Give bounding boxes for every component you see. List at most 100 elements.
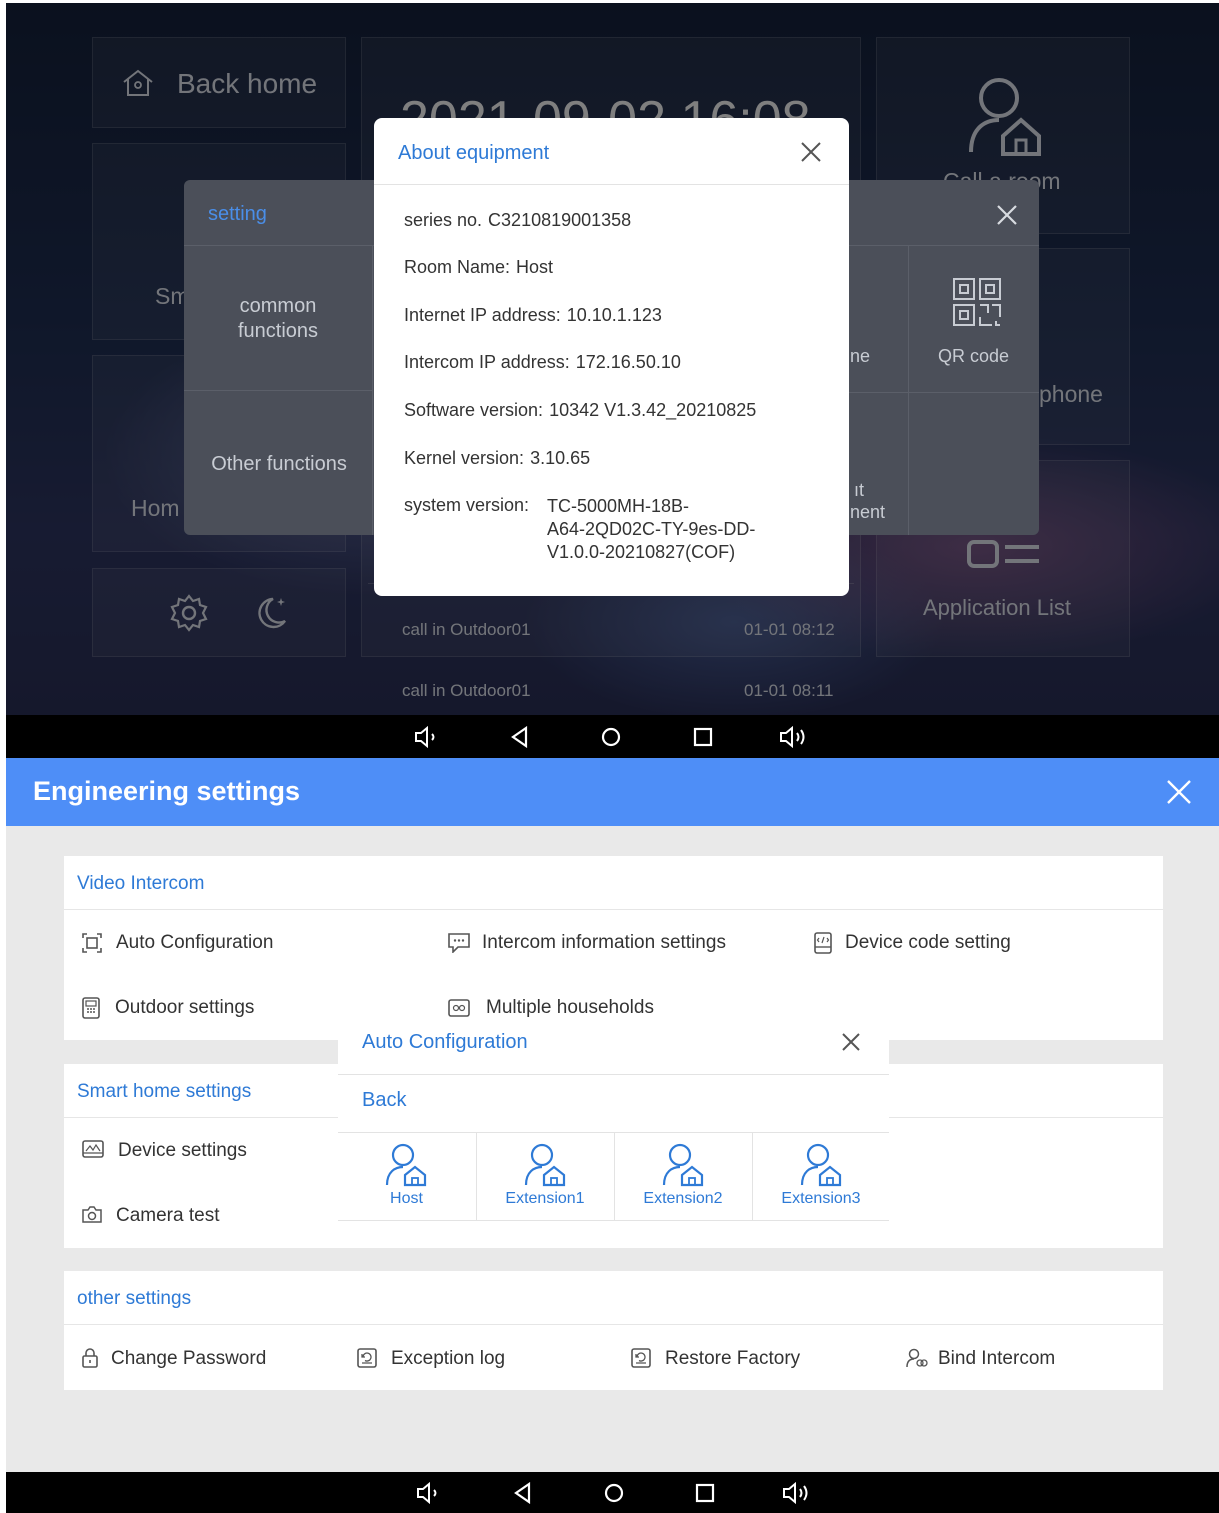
- intercom-information-settings-item[interactable]: Intercom information settings: [448, 932, 726, 954]
- exception-log-item[interactable]: Exception log: [357, 1348, 505, 1370]
- item-label: Change Password: [111, 1348, 267, 1369]
- item-label: Multiple households: [486, 997, 654, 1018]
- camera-icon: [82, 1206, 102, 1224]
- item-label: Outdoor settings: [115, 997, 255, 1018]
- back-icon[interactable]: [512, 1482, 534, 1504]
- info-row: system version:: [404, 495, 529, 516]
- camera-test-item[interactable]: Camera test: [82, 1205, 219, 1227]
- extension3-option[interactable]: Extension3: [752, 1133, 889, 1221]
- device-settings-icon: [82, 1140, 104, 1160]
- engineering-settings-screen: Engineering settings Video Intercom Auto…: [6, 758, 1219, 1513]
- qr-code-label: QR code: [937, 346, 1010, 366]
- navigation-bar: [6, 715, 1219, 758]
- divider: [64, 909, 1163, 910]
- screenshot-root: Back home 2021-09-02 16:08 call in Outdo…: [0, 0, 1219, 1513]
- option-label: Extension2: [643, 1190, 723, 1207]
- section-title: other settings: [77, 1288, 192, 1309]
- home-icon[interactable]: [600, 726, 622, 748]
- info-value: TC-5000MH-18B-: [547, 496, 690, 516]
- section-title: Video Intercom: [77, 873, 205, 894]
- device-code-icon: [814, 932, 832, 954]
- close-icon[interactable]: [1166, 779, 1192, 805]
- device-settings-item[interactable]: Device settings: [82, 1140, 247, 1162]
- restore-icon: [631, 1348, 651, 1368]
- other-item-label: ıt: [854, 480, 865, 500]
- lock-icon: [82, 1348, 98, 1368]
- other-settings-card: other settings Change Password Exception…: [64, 1271, 1163, 1390]
- info-label: Kernel version:: [404, 448, 525, 468]
- header-bar: Engineering settings: [6, 758, 1219, 826]
- close-icon[interactable]: [996, 204, 1018, 226]
- extension2-option[interactable]: Extension2: [614, 1133, 751, 1221]
- info-value: 10.10.1.123: [566, 305, 662, 325]
- home-screen: Back home 2021-09-02 16:08 call in Outdo…: [6, 3, 1219, 758]
- divider: [184, 390, 372, 391]
- user-home-icon: [798, 1143, 844, 1187]
- host-option[interactable]: Host: [338, 1133, 475, 1221]
- divider: [908, 245, 909, 535]
- info-row: series no. C3210819001358: [404, 210, 631, 231]
- volume-down-icon[interactable]: [414, 726, 440, 748]
- divider: [372, 245, 373, 535]
- other-item-label: nent: [850, 502, 886, 522]
- message-icon: [448, 933, 470, 953]
- item-label: Device code setting: [845, 932, 1011, 953]
- multiple-households-item[interactable]: Multiple households: [448, 997, 654, 1019]
- dialog-title: Auto Configuration: [362, 1031, 528, 1053]
- item-label: Exception log: [391, 1348, 506, 1369]
- user-home-icon: [660, 1143, 706, 1187]
- volume-up-icon[interactable]: [779, 726, 809, 748]
- volume-down-icon[interactable]: [416, 1482, 442, 1504]
- info-row: Internet IP address: 10.10.1.123: [404, 305, 662, 326]
- info-value: 172.16.50.10: [575, 352, 681, 372]
- info-value: V1.0.0-20210827(COF): [547, 542, 736, 562]
- info-value: A64-2QD02C-TY-9es-DD-: [547, 519, 756, 539]
- log-icon: [357, 1348, 377, 1368]
- change-password-item[interactable]: Change Password: [82, 1348, 266, 1370]
- other-functions-tab[interactable]: Other functions: [194, 453, 364, 476]
- device-code-setting-item[interactable]: Device code setting: [814, 932, 1011, 954]
- about-equipment-dialog: About equipment series no. C3210819001358…: [374, 118, 849, 596]
- section-title: Smart home settings: [77, 1081, 252, 1102]
- info-label: Software version:: [404, 400, 544, 420]
- option-label: Extension1: [505, 1190, 585, 1207]
- info-row: Intercom IP address: 172.16.50.10: [404, 352, 681, 373]
- info-label: series no.: [404, 210, 483, 230]
- home-icon[interactable]: [603, 1482, 625, 1504]
- info-label: Internet IP address:: [404, 305, 561, 325]
- divider: [374, 184, 849, 185]
- common-functions-tab[interactable]: common functions: [218, 294, 338, 344]
- outdoor-station-icon: [82, 997, 100, 1019]
- info-label: Room Name:: [404, 257, 511, 277]
- close-icon[interactable]: [800, 141, 822, 163]
- bind-intercom-item[interactable]: Bind Intercom: [906, 1348, 1055, 1370]
- item-label: Bind Intercom: [938, 1348, 1056, 1369]
- info-row: Kernel version: 3.10.65: [404, 448, 590, 469]
- info-value: Host: [516, 257, 554, 277]
- info-row: Software version: 10342 V1.3.42_20210825: [404, 400, 756, 421]
- back-icon[interactable]: [509, 726, 531, 748]
- info-label: Intercom IP address:: [404, 352, 570, 372]
- close-icon[interactable]: [841, 1032, 861, 1052]
- item-label: Auto Configuration: [116, 932, 274, 953]
- restore-factory-item[interactable]: Restore Factory: [631, 1348, 800, 1370]
- divider: [338, 1220, 889, 1221]
- auto-configuration-item[interactable]: Auto Configuration: [82, 932, 273, 954]
- item-label: Restore Factory: [665, 1348, 801, 1369]
- households-icon: [448, 998, 470, 1018]
- info-label: system version:: [404, 495, 530, 515]
- recents-icon[interactable]: [694, 1482, 716, 1504]
- auto-config-icon: [82, 933, 102, 953]
- outdoor-settings-item[interactable]: Outdoor settings: [82, 997, 254, 1019]
- video-intercom-card: Video Intercom Auto Configuration Interc…: [64, 856, 1163, 1040]
- back-button[interactable]: Back: [362, 1089, 406, 1112]
- user-home-icon: [522, 1143, 568, 1187]
- item-label: Intercom information settings: [482, 932, 726, 953]
- qr-code-icon: [952, 277, 1002, 327]
- info-value: C3210819001358: [488, 210, 632, 230]
- extension1-option[interactable]: Extension1: [476, 1133, 613, 1221]
- recents-icon[interactable]: [692, 726, 714, 748]
- volume-up-icon[interactable]: [782, 1482, 812, 1504]
- info-value: 10342 V1.3.42_20210825: [549, 400, 757, 420]
- phone-item-label: ne: [850, 346, 871, 366]
